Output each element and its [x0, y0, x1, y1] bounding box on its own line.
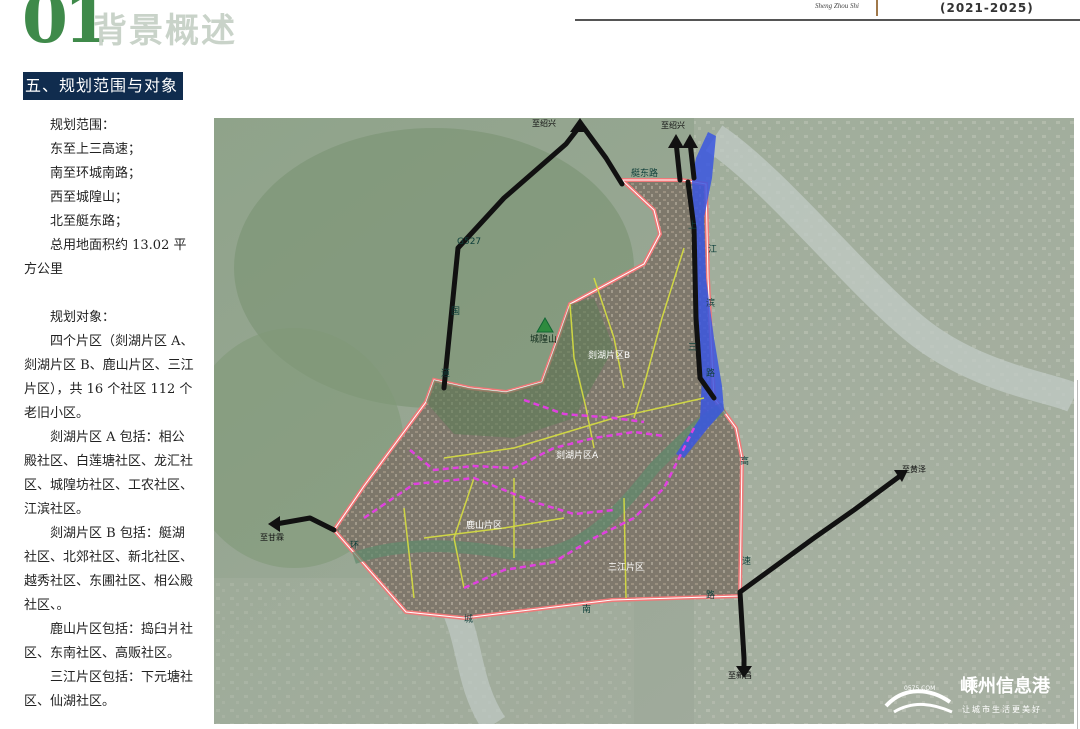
- label-north-west: 至绍兴: [532, 118, 556, 128]
- label-gao: 高: [740, 455, 749, 467]
- objects-item: 剡湖片区 A 包括：相公殿社区、白莲塘社区、龙汇社区、城隍坊社区、工农社区、江滨…: [24, 430, 194, 517]
- chapter-title: 背景概述: [93, 11, 237, 51]
- label-ting-dong-lu: 艇东路: [631, 167, 658, 179]
- label-guo: 国: [451, 306, 460, 317]
- label-north-east: 至绍兴: [661, 120, 685, 130]
- east-town-area: [694, 118, 1074, 724]
- label-dao: 道: [441, 367, 450, 379]
- label-jiang: 江: [708, 244, 717, 255]
- label-bin: 滨: [706, 297, 715, 309]
- watermark-slogan: 让城市生活更美好: [962, 704, 1042, 714]
- section-title: 五、规划范围与对象: [23, 72, 183, 100]
- page-edge-line: [1077, 380, 1078, 729]
- objects-summary: 四个片区（剡湖片区 A、剡湖片区 B、鹿山片区、三江片区），共 16 个社区 1…: [24, 334, 194, 421]
- label-san: 三: [688, 343, 697, 353]
- watermark-name: 嵊州信息港: [960, 675, 1051, 697]
- label-district-lushan: 鹿山片区: [466, 519, 502, 531]
- header-rule: [575, 19, 1080, 21]
- planning-map: 至绍兴 至绍兴 至黄泽 至甘霖 至新昌 G527 国 道 艇东路 上 三 高 速…: [214, 118, 1074, 724]
- header-divider: [876, 0, 878, 16]
- label-cheng: 城: [464, 614, 473, 625]
- label-lu-east: 路: [706, 367, 715, 379]
- label-south: 至新昌: [728, 670, 752, 680]
- scope-line: 东至上三高速；: [50, 142, 142, 157]
- label-district-b: 剡湖片区B: [588, 349, 630, 361]
- scope-line: 南至环城南路；: [50, 166, 142, 181]
- header-city: Sheng Zhou Shi: [815, 2, 859, 10]
- label-su: 速: [742, 556, 751, 567]
- map-canvas: 至绍兴 至绍兴 至黄泽 至甘霖 至新昌 G527 国 道 艇东路 上 三 高 速…: [214, 118, 1074, 724]
- scope-line: 北至艇东路；: [50, 214, 129, 229]
- objects-item: 鹿山片区包括：捣臼爿社区、东南社区、高贩社区。: [24, 622, 194, 661]
- label-mountain: 城隍山: [530, 333, 557, 345]
- scope-line: 西至城隍山；: [50, 190, 129, 205]
- label-district-sanjiang: 三江片区: [608, 561, 644, 573]
- label-district-a: 剡湖片区A: [556, 449, 599, 461]
- label-shang: 上: [688, 220, 697, 231]
- scope-heading: 规划范围：: [50, 118, 116, 133]
- scope-area: 总用地面积约 13.02 平方公里: [24, 238, 187, 277]
- label-g527: G527: [457, 237, 481, 247]
- label-huan: 环: [350, 540, 359, 551]
- label-nan: 南: [582, 603, 591, 615]
- watermark-site: 0575.COM: [904, 685, 935, 692]
- label-east: 至黄泽: [902, 464, 926, 474]
- label-lu-south: 路: [706, 589, 715, 601]
- objects-item: 三江片区包括：下元塘社区、仙湖社区。: [24, 670, 194, 709]
- header-period: (2021-2025): [940, 1, 1034, 15]
- objects-heading: 规划对象：: [50, 310, 116, 325]
- objects-item: 剡湖片区 B 包括：艇湖社区、北郊社区、新北社区、越秀社区、东圃社区、相公殿社区…: [24, 526, 194, 613]
- label-west: 至甘霖: [260, 532, 284, 542]
- text-column: 规划范围： 东至上三高速； 南至环城南路； 西至城隍山； 北至艇东路； 总用地面…: [24, 114, 196, 714]
